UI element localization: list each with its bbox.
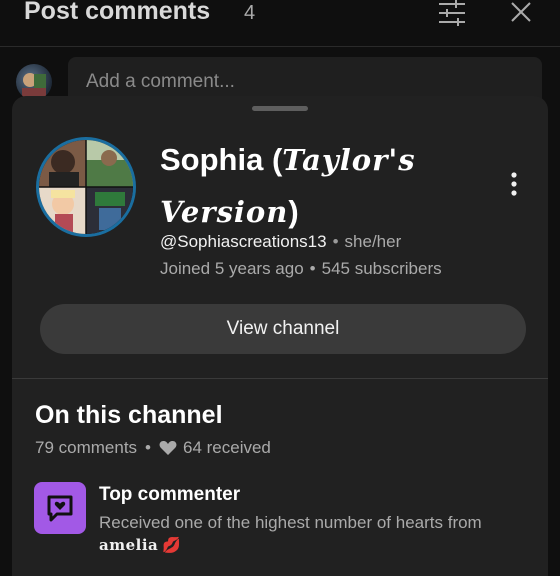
comments-count: 79 comments [35,438,138,457]
comment-count: 4 [244,2,256,24]
top-commenter-description: Received one of the highest number of he… [99,512,539,557]
channel-meta-row: Joined 5 years ago • 545 subscribers [160,259,442,279]
channel-handle: @Sophiascreations13 [160,232,327,251]
separator: • [309,259,316,278]
heart-icon [159,440,177,455]
on-this-channel-heading: On this channel [35,401,223,429]
top-commenter-text: Received one of the highest number of he… [99,513,482,532]
more-vertical-icon[interactable] [504,172,524,198]
channel-stats: 79 comments • 64 received [35,438,271,458]
channel-popup-sheet: Sophia (Taylor's Version) @Sophiascreati… [12,96,548,576]
close-icon[interactable] [508,0,534,26]
hearts-received: 64 received [183,438,271,457]
channel-avatar[interactable] [36,137,136,237]
channel-handle-row: @Sophiascreations13 • she/her [160,232,401,252]
view-channel-button[interactable]: View channel [40,304,526,354]
heart-chat-icon [34,482,86,534]
pronouns: she/her [344,232,402,251]
top-commenter-title: Top commenter [99,484,241,505]
top-bar: Post comments 4 [0,0,560,44]
channel-name: Sophia (Taylor's Version) [160,134,480,238]
page-title: Post comments [24,0,211,25]
separator: • [332,232,339,251]
joined-text: Joined 5 years ago [160,259,304,278]
channel-name-suffix: ) [288,194,299,229]
header-divider [0,46,560,47]
separator: • [145,438,151,457]
kiss-emoji: 💋 [162,537,181,554]
subscriber-count: 545 subscribers [321,259,442,278]
avatar[interactable] [16,64,52,100]
section-divider [12,378,548,379]
comment-placeholder: Add a comment... [86,71,235,92]
channel-name-prefix: Sophia ( [160,142,283,177]
heart-giver-name: amelia [99,536,159,554]
filter-sliders-icon[interactable] [436,0,468,26]
drag-handle[interactable] [252,106,308,111]
